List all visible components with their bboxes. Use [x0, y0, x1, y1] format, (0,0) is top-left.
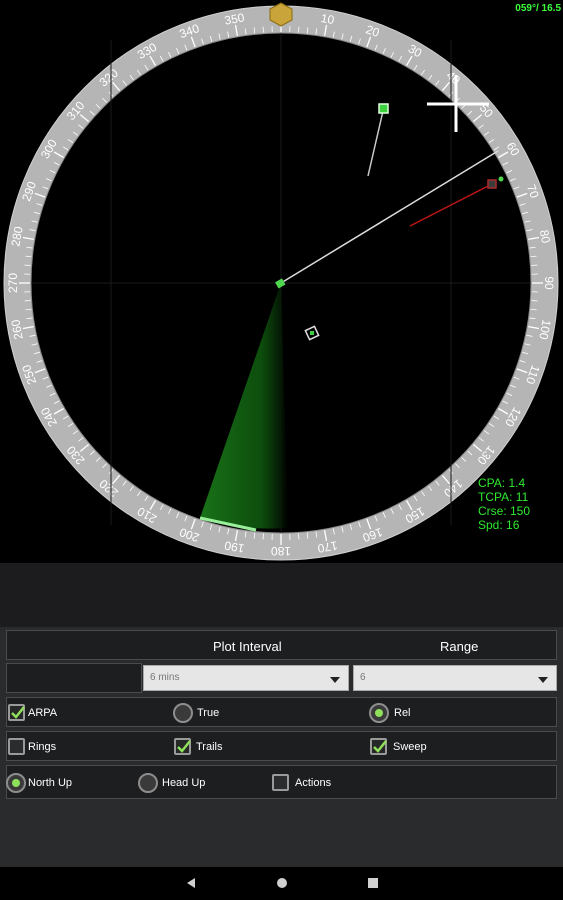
checkmark-icon: [177, 740, 191, 753]
system-nav-bar: [0, 867, 563, 900]
arpa-checkbox[interactable]: [8, 704, 25, 721]
head-up-radio[interactable]: [138, 773, 158, 793]
arpa-row: ARPA True Rel: [6, 697, 557, 727]
dropdown-arrow-icon: [538, 677, 548, 683]
true-label: True: [197, 707, 220, 719]
display-options-row: Rings Trails Sweep: [6, 731, 557, 761]
arpa-label: ARPA: [28, 707, 58, 719]
plot-interval-label: Plot Interval: [213, 639, 282, 654]
range-value: 6: [360, 672, 366, 683]
north-up-radio[interactable]: [6, 773, 26, 793]
range-label: Range: [440, 639, 479, 654]
rel-radio[interactable]: [369, 703, 389, 723]
sweep-checkbox[interactable]: [370, 738, 387, 755]
header-row: Plot Interval Range: [6, 630, 557, 660]
plot-interval-value: 6 mins: [150, 672, 180, 683]
trails-label: Trails: [196, 741, 223, 753]
target-info-panel: CPA: 1.4 TCPA: 11 Crse: 150 Spd: 16: [478, 476, 530, 532]
true-radio[interactable]: [173, 703, 193, 723]
speed-readout: Spd: 16: [478, 518, 520, 532]
compass-label: 270: [6, 273, 20, 293]
tcpa-readout: TCPA: 11: [478, 490, 529, 504]
plot-interval-select[interactable]: 6 mins: [143, 665, 349, 691]
checkmark-icon: [11, 706, 25, 719]
home-icon[interactable]: [275, 876, 289, 890]
head-up-label: Head Up: [162, 777, 206, 789]
spacer-panel: [0, 563, 563, 627]
compass-label: 90: [542, 276, 556, 290]
compass-label: 10: [320, 11, 336, 27]
cpa-readout: CPA: 1.4: [478, 476, 526, 490]
course-readout: Crse: 150: [478, 504, 531, 518]
sweep-label: Sweep: [393, 741, 427, 753]
dropdown-arrow-icon: [330, 677, 340, 683]
rel-label: Rel: [394, 707, 411, 719]
control-panel: Plot Interval Range 6 mins 6 ARPA True R…: [0, 627, 563, 867]
orientation-row: North Up Head Up Actions: [6, 765, 557, 799]
select-row-spacer: [6, 663, 142, 693]
recents-icon[interactable]: [366, 876, 380, 890]
radar-display[interactable]: 0102030405060708090100110120130140150160…: [0, 0, 563, 563]
compass-label: 80: [537, 229, 553, 245]
rings-checkbox[interactable]: [8, 738, 25, 755]
compass-label: 180: [271, 544, 291, 558]
back-icon[interactable]: [184, 876, 198, 890]
actions-checkbox[interactable]: [272, 774, 289, 791]
select-row: 6 mins 6: [6, 663, 557, 693]
trails-checkbox[interactable]: [174, 738, 191, 755]
range-select[interactable]: 6: [353, 665, 557, 691]
heading-speed-readout: 059°/ 16.5: [515, 3, 561, 14]
checkmark-icon: [373, 740, 387, 753]
north-up-label: North Up: [28, 777, 73, 789]
rings-label: Rings: [28, 741, 57, 753]
actions-label: Actions: [295, 777, 332, 789]
